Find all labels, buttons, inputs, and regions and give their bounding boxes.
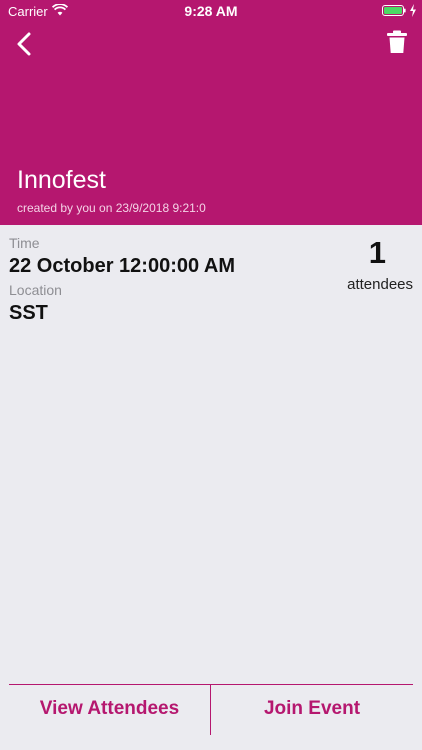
charging-bolt-icon [410, 4, 416, 17]
event-created-info: created by you on 23/9/2018 9:21:0 [17, 201, 206, 215]
event-header: Carrier 9:28 AM Innofest created by you … [0, 0, 422, 225]
action-bar: View Attendees Join Event [9, 684, 413, 735]
status-time: 9:28 AM [184, 3, 238, 19]
event-details: Time 22 October 12:00:00 AM Location SST… [0, 225, 422, 683]
delete-event-button[interactable] [386, 30, 408, 54]
battery-icon [382, 5, 406, 16]
event-title: Innofest [17, 166, 106, 194]
attendee-count: 1 [368, 235, 386, 270]
location-label: Location [9, 282, 62, 298]
view-attendees-button[interactable]: View Attendees [9, 685, 210, 735]
back-button[interactable] [12, 30, 38, 58]
time-label: Time [9, 235, 40, 251]
location-value: SST [9, 302, 48, 324]
attendee-label: attendees [347, 276, 413, 293]
status-bar: Carrier 9:28 AM [0, 0, 422, 22]
time-value: 22 October 12:00:00 AM [9, 255, 236, 277]
join-event-button[interactable]: Join Event [211, 685, 413, 735]
